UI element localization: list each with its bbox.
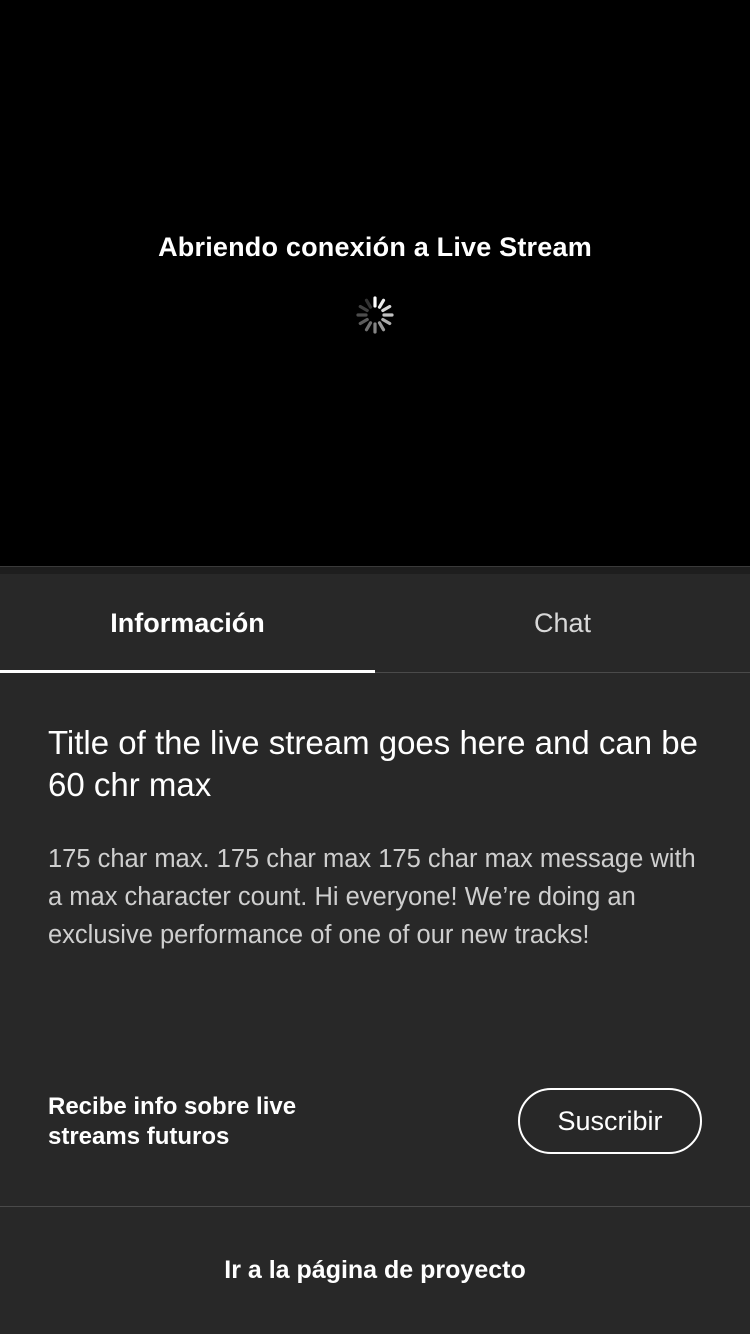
- info-panel: Title of the live stream goes here and c…: [48, 722, 708, 954]
- spinner-icon: [356, 296, 394, 334]
- video-player[interactable]: Abriendo conexión a Live Stream: [0, 0, 750, 566]
- connection-status-text: Abriendo conexión a Live Stream: [158, 232, 592, 262]
- live-stream-screen: Abriendo conexión a Live Stream Informac…: [0, 0, 750, 1334]
- tab-bar: Información Chat: [0, 574, 750, 673]
- subscribe-prompt: Recibe info sobre live streams futuros: [48, 1093, 297, 1150]
- stream-description: 175 char max. 175 char max 175 char max …: [48, 845, 696, 949]
- project-page-link[interactable]: Ir a la página de proyecto: [0, 1207, 750, 1334]
- subscribe-row: Recibe info sobre live streams futuros S…: [48, 1088, 702, 1158]
- tab-label: Chat: [533, 607, 592, 638]
- stream-title: Title of the live stream goes here and c…: [48, 724, 698, 803]
- tab-label: Información: [110, 607, 265, 638]
- subscribe-button[interactable]: Suscribir: [518, 1088, 702, 1154]
- tab-informacion[interactable]: Información: [0, 574, 375, 673]
- tab-chat[interactable]: Chat: [375, 574, 750, 672]
- active-tab-indicator: [0, 670, 375, 673]
